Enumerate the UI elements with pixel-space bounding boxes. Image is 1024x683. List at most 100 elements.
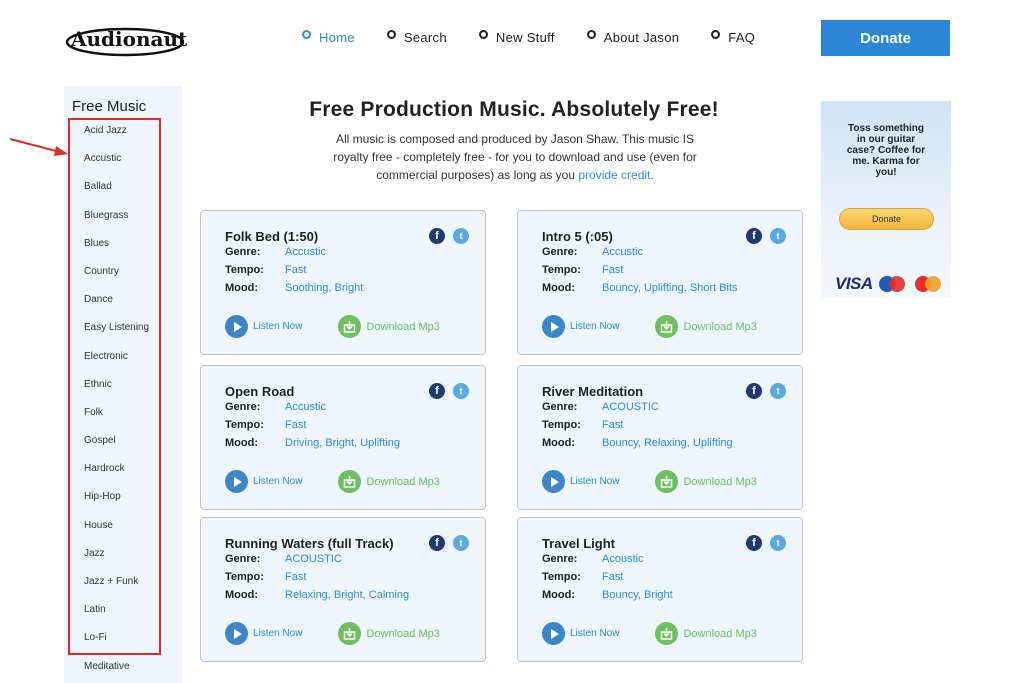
twitter-icon[interactable]: t bbox=[770, 383, 786, 399]
logo-text: Audionautix bbox=[70, 27, 187, 51]
track-genre-link[interactable]: ACOUSTIC bbox=[602, 400, 659, 418]
track-title: Open Road bbox=[225, 384, 295, 399]
track-tempo-link[interactable]: Fast bbox=[285, 263, 306, 281]
play-icon bbox=[542, 470, 565, 493]
track-title: River Meditation bbox=[542, 384, 644, 399]
download-mp3-button[interactable]: Download Mp3 bbox=[338, 470, 440, 493]
facebook-icon[interactable]: f bbox=[746, 383, 762, 399]
provide-credit-link[interactable]: provide credit bbox=[578, 168, 650, 182]
ad-donate-button[interactable]: Donate bbox=[839, 208, 934, 230]
mood-label: Mood: bbox=[542, 437, 575, 449]
intro-end: . bbox=[650, 168, 654, 182]
download-mp3-button[interactable]: Download Mp3 bbox=[655, 315, 757, 338]
track-tempo-link[interactable]: Fast bbox=[602, 263, 623, 281]
mood-label: Mood: bbox=[225, 589, 258, 601]
nav-bullet-icon bbox=[711, 30, 721, 39]
track-title: Travel Light bbox=[542, 536, 615, 551]
nav-item-label: Home bbox=[319, 30, 355, 45]
track-actions: Listen Now Download Mp3 bbox=[225, 315, 440, 338]
track-meta: Genre: Acoustic Tempo: Fast Mood: Bouncy, Bri… bbox=[542, 552, 673, 606]
track-actions: Listen Now Download Mp3 bbox=[542, 622, 757, 645]
listen-now-button[interactable]: Listen Now bbox=[225, 315, 302, 338]
track-mood-links[interactable]: Relaxing, Bright, Calming bbox=[285, 588, 409, 606]
track-tempo-link[interactable]: Fast bbox=[602, 570, 623, 588]
track-genre-link[interactable]: Accustic bbox=[285, 245, 326, 263]
twitter-icon[interactable]: t bbox=[770, 228, 786, 244]
track-tempo-link[interactable]: Fast bbox=[602, 418, 623, 436]
nav-bullet-icon bbox=[586, 30, 596, 39]
audionautix-logo[interactable]: Audionautix bbox=[63, 18, 208, 62]
play-icon bbox=[225, 315, 248, 338]
track-mood-links[interactable]: Soothing, Bright bbox=[285, 281, 363, 299]
mood-label: Mood: bbox=[225, 437, 258, 449]
nav-bullet-icon bbox=[478, 30, 488, 39]
mood-label: Mood: bbox=[542, 282, 575, 294]
facebook-icon[interactable]: f bbox=[746, 228, 762, 244]
track-genre-link[interactable]: ACOUSTIC bbox=[285, 552, 342, 570]
download-icon bbox=[338, 622, 362, 645]
download-mp3-button[interactable]: Download Mp3 bbox=[338, 622, 440, 645]
nav-item-label: About Jason bbox=[603, 30, 680, 45]
track-actions: Listen Now Download Mp3 bbox=[542, 315, 757, 338]
listen-now-label: Listen Now bbox=[570, 628, 620, 639]
visa-logo: VISA bbox=[835, 274, 873, 293]
genre-label: Genre: bbox=[225, 401, 261, 413]
genre-label: Genre: bbox=[225, 246, 261, 258]
listen-now-button[interactable]: Listen Now bbox=[542, 315, 619, 338]
twitter-icon[interactable]: t bbox=[770, 535, 786, 551]
nav-item-about-jason[interactable]: About Jason bbox=[586, 30, 680, 45]
intro-paragraph: All music is composed and produced by Ja… bbox=[320, 130, 710, 184]
genre-link[interactable]: Meditative bbox=[84, 660, 149, 683]
page-headline: Free Production Music. Absolutely Free! bbox=[309, 98, 719, 121]
track-tempo-link[interactable]: Fast bbox=[285, 570, 306, 588]
track-actions: Listen Now Download Mp3 bbox=[225, 470, 440, 493]
listen-now-button[interactable]: Listen Now bbox=[542, 470, 619, 493]
track-meta: Genre: Accustic Tempo: Fast Mood: Soothing, B… bbox=[225, 245, 363, 299]
social-share: ft bbox=[738, 535, 786, 551]
track-mood-links[interactable]: Bouncy, Bright bbox=[602, 588, 673, 606]
facebook-icon[interactable]: f bbox=[429, 383, 445, 399]
social-share: ft bbox=[738, 228, 786, 244]
listen-now-label: Listen Now bbox=[570, 476, 620, 487]
genre-label: Genre: bbox=[542, 401, 578, 413]
donate-button[interactable]: Donate bbox=[821, 20, 950, 56]
social-share: ft bbox=[421, 535, 469, 551]
twitter-icon[interactable]: t bbox=[453, 228, 469, 244]
nav-item-home[interactable]: Home bbox=[302, 30, 355, 45]
track-mood-links[interactable]: Bouncy, Uplifting, Short Bits bbox=[602, 281, 738, 299]
download-mp3-button[interactable]: Download Mp3 bbox=[655, 470, 757, 493]
tempo-label: Tempo: bbox=[225, 571, 264, 583]
track-genre-link[interactable]: Accustic bbox=[285, 400, 326, 418]
track-meta: Genre: Accustic Tempo: Fast Mood: Bouncy, Upl… bbox=[542, 245, 738, 299]
track-tempo-link[interactable]: Fast bbox=[285, 418, 306, 436]
nav-item-new-stuff[interactable]: New Stuff bbox=[478, 30, 555, 45]
play-icon bbox=[542, 315, 565, 338]
track-title: Intro 5 (:05) bbox=[542, 229, 613, 244]
track-genre-link[interactable]: Acoustic bbox=[602, 552, 644, 570]
download-mp3-button[interactable]: Download Mp3 bbox=[655, 622, 757, 645]
nav-item-search[interactable]: Search bbox=[386, 30, 447, 45]
main-nav: Home Search New Stuff About Jason FAQ bbox=[302, 30, 787, 45]
tempo-label: Tempo: bbox=[225, 419, 264, 431]
track-meta: Genre: ACOUSTIC Tempo: Fast Mood: Relaxing, B… bbox=[225, 552, 409, 606]
nav-item-faq[interactable]: FAQ bbox=[711, 30, 755, 45]
listen-now-button[interactable]: Listen Now bbox=[542, 622, 619, 645]
social-share: ft bbox=[421, 228, 469, 244]
facebook-icon[interactable]: f bbox=[746, 535, 762, 551]
track-title: Running Waters (full Track) bbox=[225, 536, 394, 551]
facebook-icon[interactable]: f bbox=[429, 228, 445, 244]
listen-now-button[interactable]: Listen Now bbox=[225, 470, 302, 493]
track-genre-link[interactable]: Accustic bbox=[602, 245, 643, 263]
listen-now-button[interactable]: Listen Now bbox=[225, 622, 302, 645]
maestro-icon bbox=[878, 276, 905, 292]
track-mood-links[interactable]: Bouncy, Relaxing, Uplifting bbox=[602, 436, 733, 454]
track-mood-links[interactable]: Driving, Bright, Uplifting bbox=[285, 436, 400, 454]
twitter-icon[interactable]: t bbox=[453, 535, 469, 551]
tempo-label: Tempo: bbox=[225, 264, 264, 276]
twitter-icon[interactable]: t bbox=[453, 383, 469, 399]
facebook-icon[interactable]: f bbox=[429, 535, 445, 551]
nav-item-label: FAQ bbox=[728, 30, 756, 45]
genre-label: Genre: bbox=[542, 246, 578, 258]
download-mp3-button[interactable]: Download Mp3 bbox=[338, 315, 440, 338]
donate-ad: Toss something in our guitar case? Coffe… bbox=[821, 101, 951, 298]
